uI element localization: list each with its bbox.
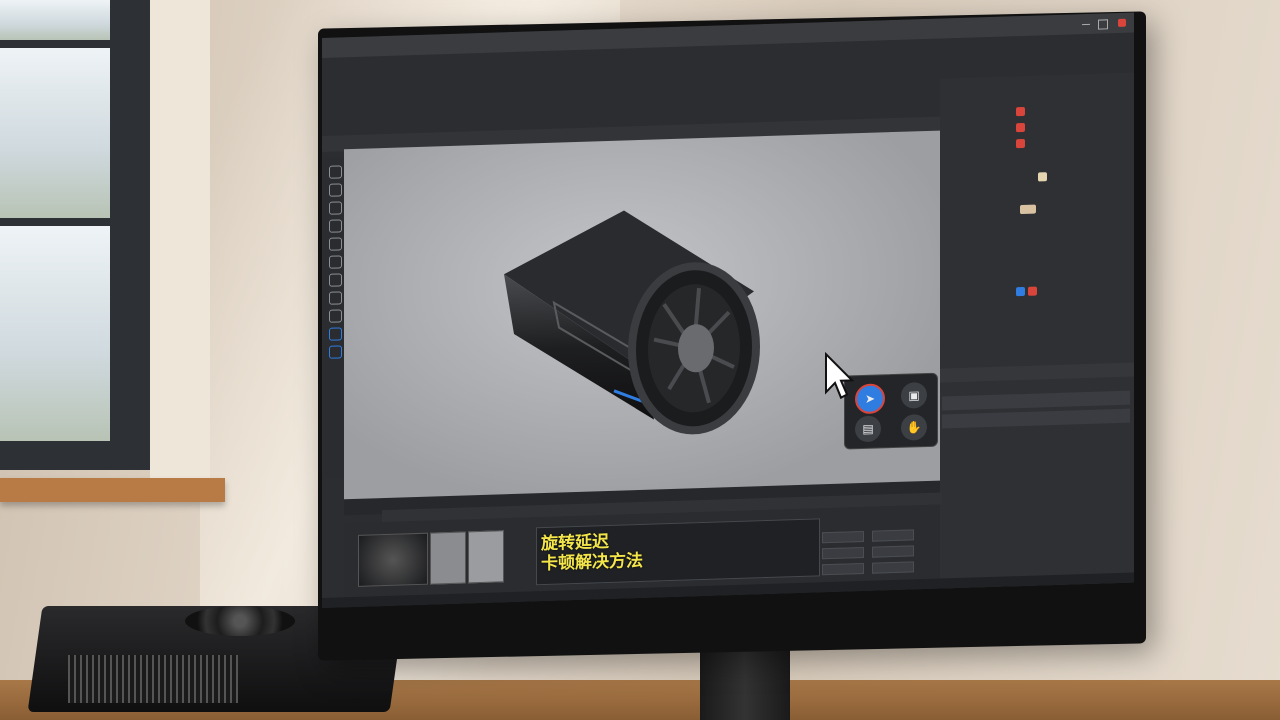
field-input[interactable] [822,546,864,560]
color-swatch[interactable] [1028,286,1037,296]
window-frame [0,0,150,470]
color-swatch[interactable] [1016,122,1025,133]
field-input[interactable] [872,545,914,558]
asset-thumbnail[interactable] [430,531,466,585]
gpu-heatsink [68,655,238,703]
color-swatch[interactable] [1016,138,1025,149]
asset-thumbnail[interactable] [468,530,504,584]
shape-tool-icon[interactable] [329,255,342,269]
layers-panel-header [940,362,1134,383]
asset-thumbnail[interactable] [358,532,428,587]
property-row[interactable] [946,103,1128,121]
minimize-icon[interactable] [1082,23,1090,26]
select-tool-icon[interactable] [329,165,342,179]
color-swatch[interactable] [1016,286,1025,297]
text-tool-icon[interactable] [329,291,342,305]
hand-action-icon[interactable]: ✋ [901,413,927,441]
window-sill [0,478,225,502]
rotate-action-icon[interactable]: ➤ [855,383,885,415]
monitor-screen: 旋转延迟 卡顿解决方法 ➤ ▣ ▤ ✋ [322,12,1134,608]
close-icon[interactable] [1118,18,1126,27]
window-pane [0,0,110,40]
property-row[interactable] [946,135,1128,153]
measure-tool-icon[interactable] [329,309,342,323]
quick-action-popup: ➤ ▣ ▤ ✋ [844,372,938,450]
notes-box: 旋转延迟 卡顿解决方法 [536,518,820,586]
properties-panel [940,72,1134,599]
rotate-tool-icon[interactable] [329,201,342,215]
property-row[interactable] [946,283,1128,301]
layer-item[interactable] [942,390,1130,411]
left-toolbox [324,157,346,478]
window-trim [150,0,210,480]
property-row[interactable] [946,119,1128,137]
triangle-tool-icon[interactable] [329,327,342,341]
window-action-icon[interactable]: ▣ [901,381,927,409]
brush-tool-icon[interactable] [329,273,342,287]
move-tool-icon[interactable] [329,183,342,197]
image-action-icon[interactable]: ▤ [855,415,881,443]
property-fields [822,515,938,579]
maximize-icon[interactable] [1098,19,1108,30]
circle-tool-icon[interactable] [329,345,342,359]
field-input[interactable] [822,530,864,544]
pen-tool-icon[interactable] [329,237,342,251]
scale-tool-icon[interactable] [329,219,342,233]
color-swatch[interactable] [1038,172,1047,182]
field-input[interactable] [872,529,914,542]
overlay-title: 旋转延迟 卡顿解决方法 [541,531,643,574]
layer-item[interactable] [942,408,1130,429]
motor-3d-model[interactable] [494,196,774,445]
field-input[interactable] [822,562,864,576]
field-input[interactable] [872,561,914,574]
gpu-fan-icon [185,606,295,636]
cursor-icon [825,351,854,400]
property-row[interactable] [946,201,1128,219]
color-swatch[interactable] [1016,106,1025,117]
overlay-title-line2: 卡顿解决方法 [541,550,643,575]
property-row[interactable] [946,169,1128,187]
color-swatch[interactable] [1020,204,1036,215]
window-pane [0,48,110,218]
window-pane [0,226,110,441]
